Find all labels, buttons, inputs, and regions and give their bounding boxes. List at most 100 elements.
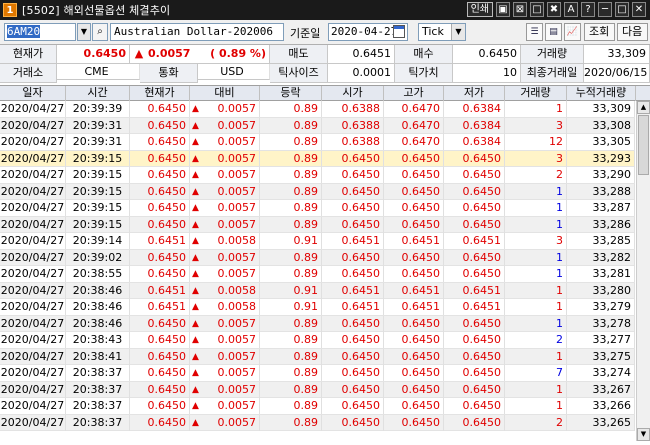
- exchange-label: 거래소: [0, 64, 57, 83]
- cell-vol: 7: [505, 365, 567, 381]
- cell-rate: 0.89: [260, 249, 322, 266]
- tools-icon[interactable]: ✖: [547, 2, 561, 17]
- col-volume[interactable]: 거래량: [505, 86, 567, 101]
- table-row[interactable]: 2020/04/27 20:39:31 0.6450 ▲ 0.0057 0.89 0.638…: [0, 134, 635, 151]
- table-row[interactable]: 2020/04/27 20:38:46 0.6451 ▲ 0.0058 0.91 0.645…: [0, 299, 635, 316]
- scroll-down-icon[interactable]: ▼: [637, 428, 650, 441]
- tick-select[interactable]: Tick ▼: [418, 23, 466, 41]
- up-arrow-icon: ▲: [130, 45, 148, 64]
- table-row[interactable]: 2020/04/27 20:39:15 0.6450 ▲ 0.0057 0.89 0.645…: [0, 200, 635, 217]
- table-row[interactable]: 2020/04/27 20:38:37 0.6450 ▲ 0.0057 0.89 0.645…: [0, 414, 635, 431]
- cell-vol: 1: [505, 315, 567, 332]
- calendar-icon[interactable]: [393, 25, 405, 38]
- cell-high: 0.6450: [384, 200, 444, 216]
- ticksize-value: 0.0001: [328, 64, 395, 83]
- search-icon[interactable]: ⌕: [92, 23, 108, 41]
- vertical-scrollbar[interactable]: ▲ ▼: [636, 101, 650, 441]
- table-row[interactable]: 2020/04/27 20:38:37 0.6450 ▲ 0.0057 0.89 0.645…: [0, 398, 635, 415]
- cell-cum: 33,279: [567, 299, 635, 315]
- font-size-icon[interactable]: A: [564, 2, 578, 17]
- cell-price: 0.6450: [130, 183, 190, 200]
- print-button[interactable]: 인쇄: [466, 2, 493, 17]
- table-row[interactable]: 2020/04/27 20:38:37 0.6450 ▲ 0.0057 0.89 0.645…: [0, 381, 635, 398]
- cell-low: 0.6450: [444, 150, 505, 167]
- cell-low: 0.6384: [444, 101, 505, 117]
- cell-low: 0.6450: [444, 266, 505, 282]
- cell-high: 0.6450: [384, 266, 444, 282]
- col-open[interactable]: 시가: [322, 86, 384, 101]
- cell-rate: 0.89: [260, 381, 322, 398]
- col-date[interactable]: 일자: [0, 86, 66, 101]
- cell-date: 2020/04/27: [0, 183, 66, 200]
- cell-vol: 1: [505, 249, 567, 266]
- table-row[interactable]: 2020/04/27 20:38:46 0.6451 ▲ 0.0058 0.91 0.645…: [0, 282, 635, 299]
- cell-date: 2020/04/27: [0, 381, 66, 398]
- col-time[interactable]: 시간: [66, 86, 130, 101]
- cell-rate: 0.89: [260, 101, 322, 117]
- scroll-up-icon[interactable]: ▲: [637, 101, 650, 114]
- cell-high: 0.6450: [384, 398, 444, 414]
- cell-rate: 0.89: [260, 414, 322, 431]
- ticksize-label: 틱사이즈: [270, 64, 328, 83]
- cell-vol: 3: [505, 233, 567, 249]
- table-row[interactable]: 2020/04/27 20:39:15 0.6450 ▲ 0.0057 0.89 0.645…: [0, 167, 635, 184]
- diff-value: 0.0057: [217, 151, 257, 165]
- table-row[interactable]: 2020/04/27 20:39:15 0.6450 ▲ 0.0057 0.89 0.645…: [0, 183, 635, 200]
- window-titlebar: 1 [5502] 해외선물옵션 체결추이 인쇄 ▣ ⊠ □ ✖ A ? ─ □ …: [0, 0, 650, 20]
- product-name-field: Australian Dollar-202006: [110, 23, 284, 41]
- cell-price: 0.6450: [130, 150, 190, 167]
- table-row[interactable]: 2020/04/27 20:38:46 0.6450 ▲ 0.0057 0.89 0.645…: [0, 315, 635, 332]
- table-row[interactable]: 2020/04/27 20:39:15 0.6450 ▲ 0.0057 0.89 0.645…: [0, 216, 635, 233]
- maximize-button[interactable]: □: [615, 2, 629, 17]
- table-row[interactable]: 2020/04/27 20:39:39 0.6450 ▲ 0.0057 0.89 0.638…: [0, 101, 635, 118]
- cell-time: 20:39:14: [66, 233, 130, 249]
- ask-label: 매도: [270, 45, 328, 64]
- query-toolbar: 6AM20 ▼ ⌕ Australian Dollar-202006 기준일 2…: [0, 20, 650, 44]
- cell-cum: 33,278: [567, 315, 635, 332]
- cell-low: 0.6450: [444, 315, 505, 332]
- cell-high: 0.6450: [384, 365, 444, 381]
- symbol-code-input[interactable]: 6AM20: [4, 23, 76, 41]
- close-button[interactable]: ✕: [632, 2, 646, 17]
- cell-low: 0.6450: [444, 414, 505, 431]
- col-low[interactable]: 저가: [444, 86, 505, 101]
- col-cum-volume[interactable]: 누적거래량: [567, 86, 636, 101]
- table-row[interactable]: 2020/04/27 20:39:15 0.6450 ▲ 0.0057 0.89 0.645…: [0, 150, 635, 167]
- diff-value: 0.0057: [217, 267, 257, 280]
- table-row[interactable]: 2020/04/27 20:38:43 0.6450 ▲ 0.0057 0.89 0.645…: [0, 332, 635, 349]
- cell-cum: 33,280: [567, 282, 635, 299]
- cell-open: 0.6450: [322, 414, 384, 431]
- screen-icon[interactable]: ▣: [496, 2, 510, 17]
- cell-low: 0.6450: [444, 249, 505, 266]
- up-arrow-icon: ▲: [192, 170, 199, 180]
- table-row[interactable]: 2020/04/27 20:39:02 0.6450 ▲ 0.0057 0.89 0.645…: [0, 249, 635, 266]
- cell-vol: 1: [505, 183, 567, 200]
- scroll-thumb[interactable]: [638, 115, 649, 175]
- minimize-button[interactable]: ─: [598, 2, 612, 17]
- table-row[interactable]: 2020/04/27 20:39:31 0.6450 ▲ 0.0057 0.89 0.638…: [0, 117, 635, 134]
- export-icon[interactable]: ▤: [545, 23, 562, 41]
- diff-value: 0.0057: [217, 415, 257, 429]
- table-row[interactable]: 2020/04/27 20:38:55 0.6450 ▲ 0.0057 0.89 0.645…: [0, 266, 635, 283]
- table-row[interactable]: 2020/04/27 20:38:37 0.6450 ▲ 0.0057 0.89 0.645…: [0, 365, 635, 382]
- col-high[interactable]: 고가: [384, 86, 444, 101]
- table-row[interactable]: 2020/04/27 20:38:41 0.6450 ▲ 0.0057 0.89 0.645…: [0, 348, 635, 365]
- symbol-dropdown-icon[interactable]: ▼: [77, 23, 91, 41]
- cell-diff: ▲ 0.0058: [190, 282, 260, 299]
- query-button[interactable]: 조회: [584, 23, 615, 41]
- window-icon[interactable]: □: [530, 2, 544, 17]
- chart-icon[interactable]: 📈: [564, 23, 581, 41]
- cell-vol: 1: [505, 381, 567, 398]
- cell-low: 0.6450: [444, 167, 505, 183]
- table-view-icon[interactable]: ☰: [526, 23, 543, 41]
- col-diff[interactable]: 대비: [190, 86, 260, 101]
- table-row[interactable]: 2020/04/27 20:39:14 0.6451 ▲ 0.0058 0.91 0.645…: [0, 233, 635, 250]
- col-price[interactable]: 현재가: [130, 86, 190, 101]
- cell-high: 0.6450: [384, 332, 444, 348]
- help-icon[interactable]: ?: [581, 2, 595, 17]
- link-icon[interactable]: ⊠: [513, 2, 527, 17]
- cell-high: 0.6450: [384, 381, 444, 398]
- col-rate[interactable]: 등락: [260, 86, 322, 101]
- cell-low: 0.6450: [444, 348, 505, 365]
- next-button[interactable]: 다음: [617, 23, 648, 41]
